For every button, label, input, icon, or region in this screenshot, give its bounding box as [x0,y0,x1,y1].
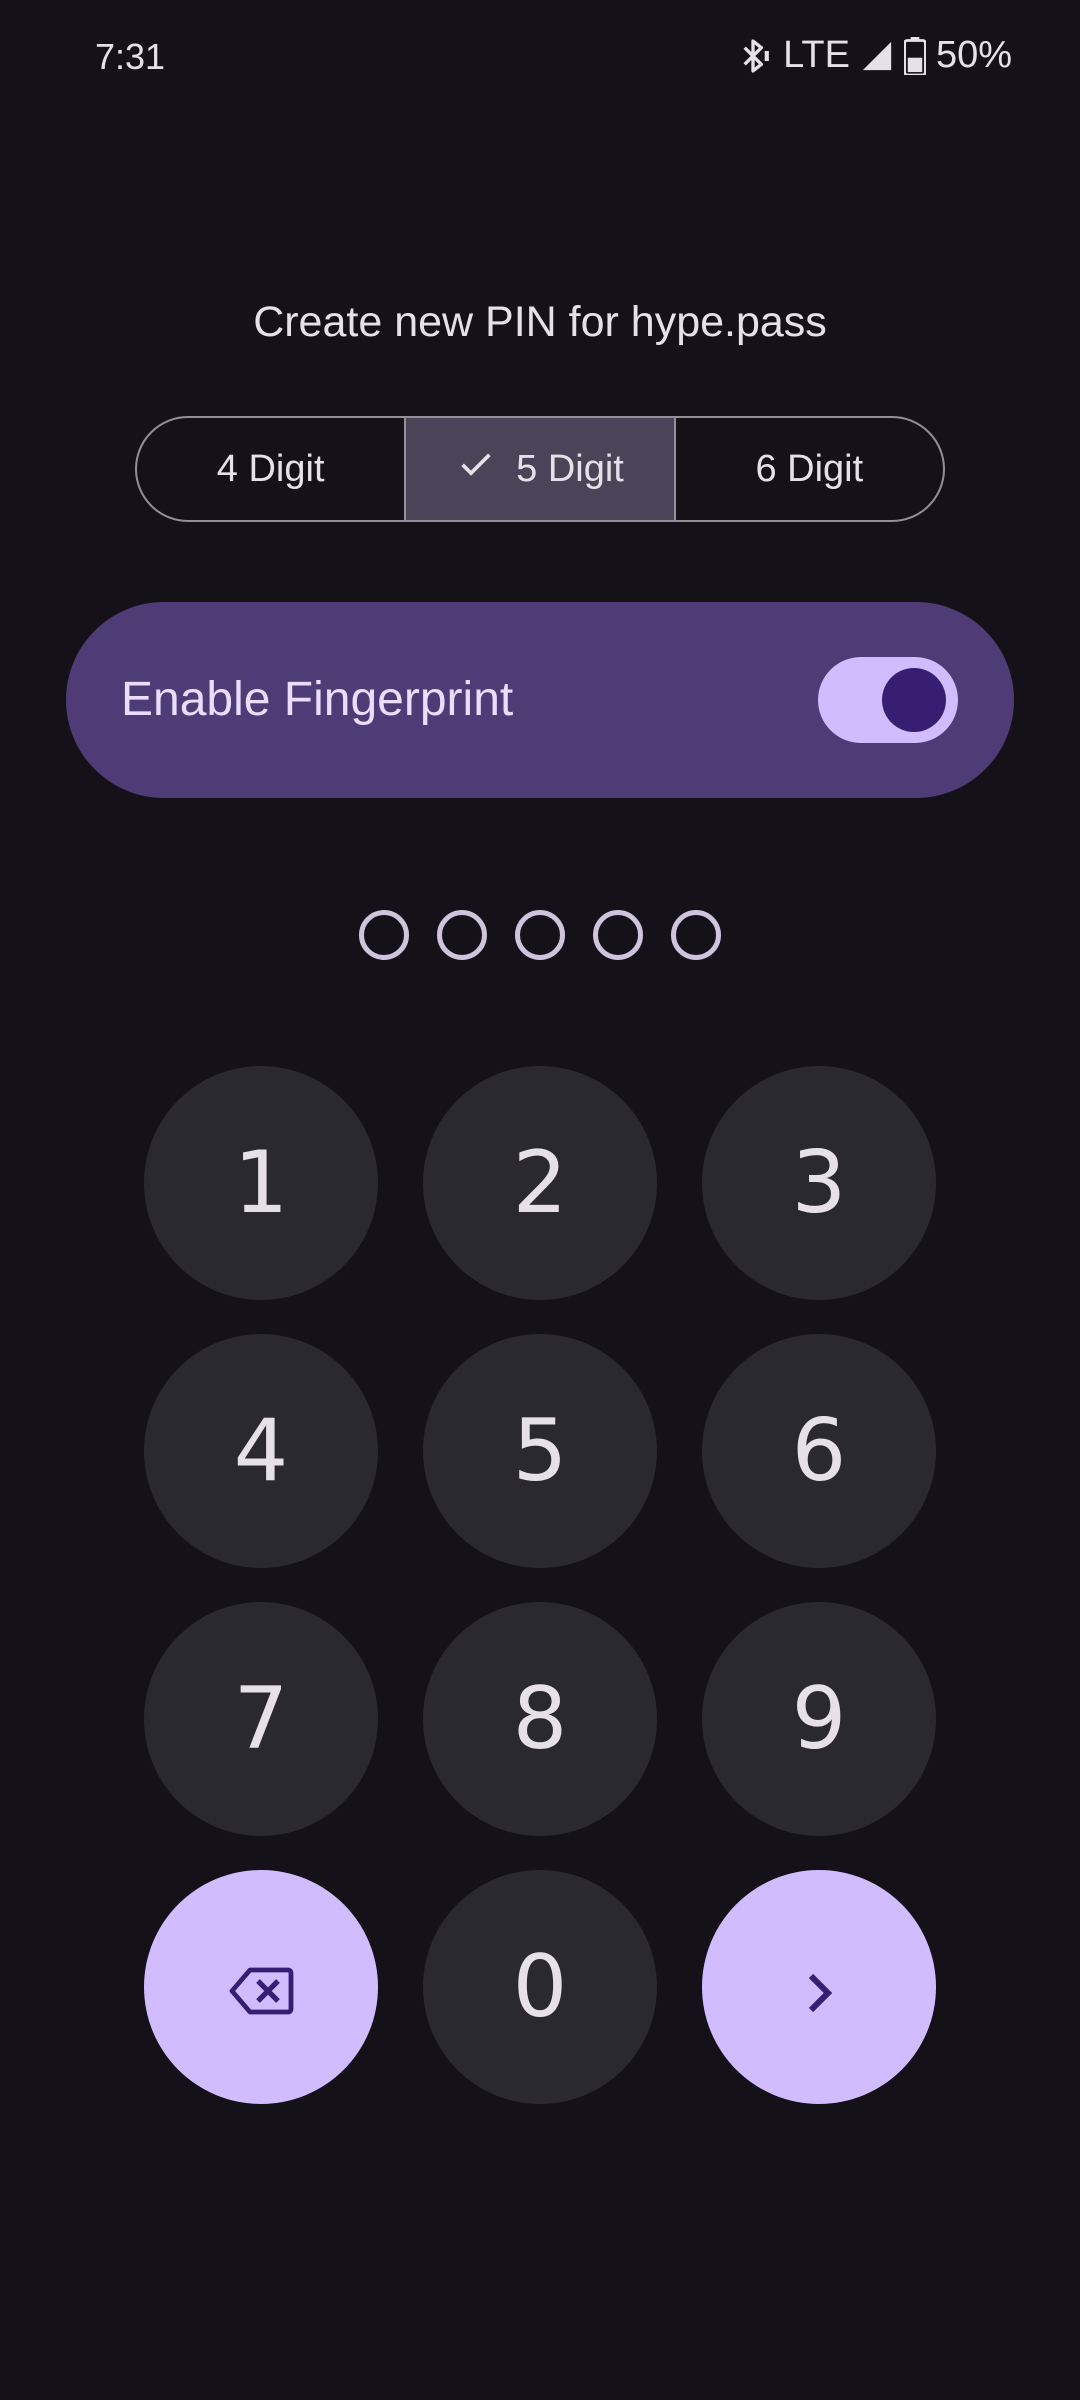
key-0[interactable]: 0 [423,1870,657,2104]
pin-length-4-digit[interactable]: 4 Digit [137,418,404,520]
fingerprint-toggle[interactable] [818,657,958,743]
key-8[interactable]: 8 [423,1602,657,1836]
key-7[interactable]: 7 [144,1602,378,1836]
next-button[interactable] [702,1870,936,2104]
pin-indicator [0,910,1080,960]
segment-label: 4 Digit [216,447,325,490]
pin-dot [437,910,487,960]
status-time: 7:31 [95,36,166,77]
key-4[interactable]: 4 [144,1334,378,1568]
page-title: Create new PIN for hype.pass [253,298,827,346]
segment-label: 5 Digit [516,447,624,490]
backspace-icon [228,1937,294,2037]
battery-icon [903,36,926,75]
key-9[interactable]: 9 [702,1602,936,1836]
pin-length-selector: 4 Digit 5 Digit 6 Digit [135,416,945,522]
status-icons: LTE 50% [733,34,1012,77]
pin-dot [515,910,565,960]
status-bar: 7:31 LTE 50% [0,0,1080,120]
key-5[interactable]: 5 [423,1334,657,1568]
battery-percent: 50% [935,34,1012,76]
key-6[interactable]: 6 [702,1334,936,1568]
key-2[interactable]: 2 [423,1066,657,1300]
backspace-button[interactable] [144,1870,378,2104]
toggle-thumb [882,668,946,732]
pin-length-5-digit[interactable]: 5 Digit [404,418,674,520]
bluetooth-icon [733,36,773,76]
check-icon [456,444,496,494]
pin-length-6-digit[interactable]: 6 Digit [673,418,943,520]
pin-dot [671,910,721,960]
network-type: LTE [783,34,850,76]
key-3[interactable]: 3 [702,1066,936,1300]
segment-label: 6 Digit [755,447,864,490]
pin-dot [359,910,409,960]
chevron-right-icon [799,1937,839,2037]
keypad: 1 2 3 4 5 6 7 8 9 0 [144,1066,937,2104]
signal-icon [860,39,894,73]
fingerprint-label: Enable Fingerprint [121,673,514,726]
fingerprint-card[interactable]: Enable Fingerprint [66,602,1014,798]
pin-dot [593,910,643,960]
key-1[interactable]: 1 [144,1066,378,1300]
